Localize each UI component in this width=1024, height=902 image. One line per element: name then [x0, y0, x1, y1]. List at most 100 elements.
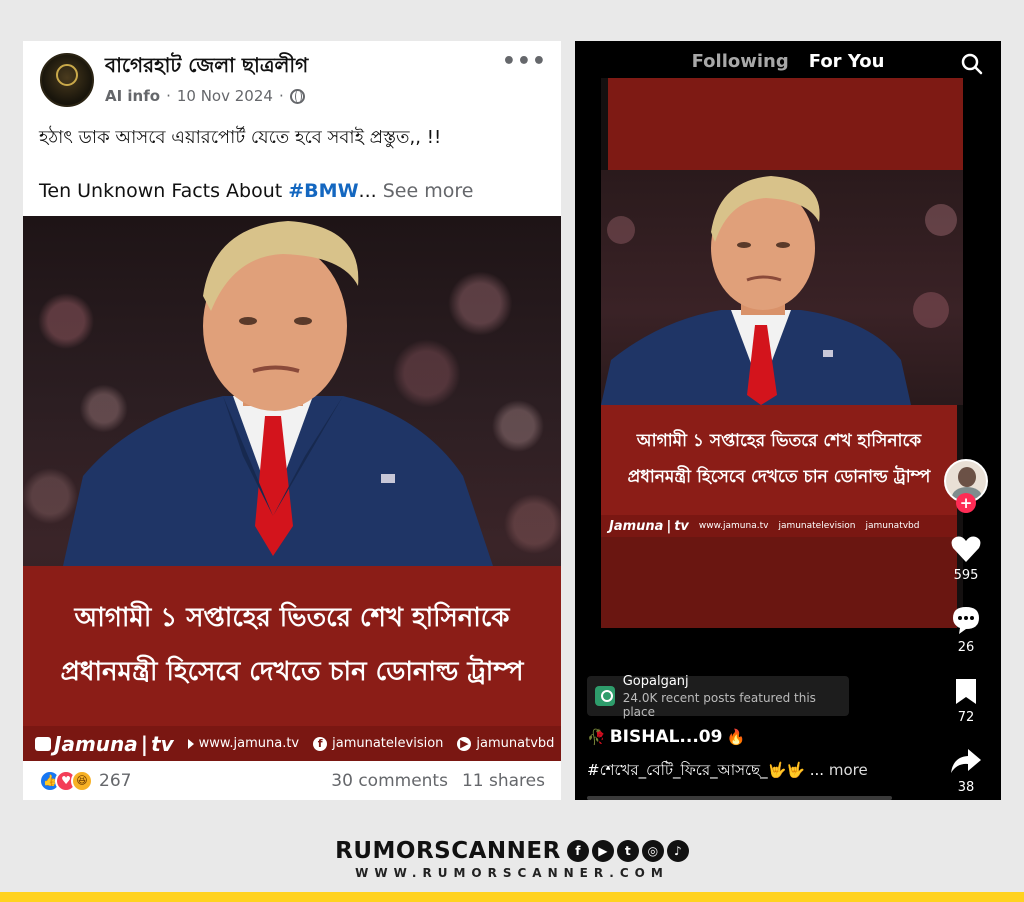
share-icon: [951, 749, 981, 773]
more-options-button[interactable]: •••: [502, 49, 547, 74]
location-text: Gopalganj 24.0K recent posts featured th…: [623, 674, 849, 719]
brand-tv: tv: [151, 731, 174, 756]
headline-line2: প্রধানমন্ত্রী হিসেবে দেখতে চান ডোনাল্ড ট…: [60, 657, 524, 687]
post-text-line2: Ten Unknown Facts About #BMW... See more: [39, 180, 473, 202]
brand-web: www.jamuna.tv: [187, 736, 300, 751]
brand-name: Jamuna: [54, 731, 138, 756]
video-top-red-block: [608, 78, 963, 170]
tab-for-you[interactable]: For You: [809, 51, 885, 81]
video-caption: #শেখের_বেটি_ফিরে_আসছে_🤟🤟 ... more: [587, 759, 917, 784]
video-brand-bar: Jamuna | tv www.jamuna.tv jamunatelevision…: [601, 515, 957, 537]
post-header: বাগেরহাট জেলা ছাত্রলীগ AI info · 10 Nov …: [23, 41, 561, 121]
caption-more-link[interactable]: more: [829, 761, 868, 779]
tiktok-screen: Following For You আগামী ১ সপ্তাহের ভিতরে…: [575, 41, 1001, 800]
brand-web-text: www.jamuna.tv: [198, 736, 300, 751]
headline-banner: আগামী ১ সপ্তাহের ভিতরে শেখ হাসিনাকে প্রধ…: [23, 566, 561, 726]
post-ellipsis: ...: [358, 180, 377, 202]
brand-fb-text: jamunatelevision: [332, 736, 444, 751]
person-photo: [63, 221, 493, 566]
person-photo-small: [601, 176, 957, 405]
see-more-link[interactable]: See more: [383, 180, 474, 202]
twitter-icon: t: [616, 840, 639, 862]
share-action[interactable]: 38: [950, 747, 982, 795]
facebook-post-card: বাগেরহাট জেলা ছাত্রলীগ AI info · 10 Nov …: [23, 41, 561, 800]
search-icon[interactable]: [961, 53, 983, 75]
username-text: BISHAL...09: [609, 727, 723, 747]
reactions-summary[interactable]: 👍 ♥ 😆 267: [39, 769, 132, 792]
tiktok-icon: ♪: [666, 840, 689, 862]
rumorscanner-logo: RUMORSCANNER f ▶ t ◎ ♪: [0, 838, 1024, 864]
jamuna-tv-logo-small: Jamuna | tv: [609, 518, 689, 534]
jamuna-mark-icon: [35, 736, 51, 751]
follow-plus-button[interactable]: +: [956, 493, 976, 513]
accent-bar: [0, 892, 1024, 902]
post-engagement-bar: 👍 ♥ 😆 267 30 comments 11 shares: [23, 761, 561, 800]
video-photo: [601, 170, 963, 405]
location-subtitle: 24.0K recent posts featured this place: [622, 690, 816, 719]
video-bottom-red-block: [601, 537, 957, 628]
avatar-face: [958, 467, 976, 487]
bookmark-icon: [956, 679, 976, 704]
heart-icon: [951, 536, 981, 562]
comments-count-link[interactable]: 30 comments: [331, 771, 448, 791]
ai-info-link[interactable]: AI info: [105, 87, 160, 105]
like-action[interactable]: 595: [951, 535, 981, 583]
globe-icon: [289, 88, 305, 104]
caption-text: #শেখের_বেটি_ফিরে_আসছে_🤟🤟 ...: [587, 761, 825, 779]
reaction-count: 267: [99, 770, 132, 791]
post-date[interactable]: 10 Nov 2024: [177, 87, 273, 105]
channel-brand-bar: Jamuna | tv www.jamuna.tv f jamunatelevisi…: [23, 726, 561, 761]
location-name: Gopalganj: [622, 673, 689, 689]
location-tag[interactable]: Gopalganj 24.0K recent posts featured th…: [587, 674, 849, 719]
brand-tv: tv: [674, 518, 689, 534]
seal-icon: [56, 64, 78, 86]
brand-name: Jamuna: [609, 518, 664, 534]
jamuna-tv-logo: Jamuna | tv: [35, 732, 174, 756]
fire-icon: 🔥: [726, 728, 746, 746]
facebook-icon: f: [313, 736, 328, 751]
hashtag-link[interactable]: #BMW: [288, 180, 358, 202]
social-icons: f ▶ t ◎ ♪: [566, 840, 689, 862]
brand-youtube: ▶ jamunatvbd: [457, 736, 554, 751]
post-text-line1: হঠাৎ ডাক আসবে এয়ারপোর্ট যেতে হবে সবাই প…: [39, 127, 442, 148]
meta-separator: ·: [166, 87, 171, 105]
page-avatar[interactable]: [40, 53, 94, 107]
post-image[interactable]: আগামী ১ সপ্তাহের ভিতরে শেখ হাসিনাকে প্রধ…: [23, 216, 561, 761]
facebook-icon: f: [566, 840, 589, 862]
video-headline-banner: আগামী ১ সপ্তাহের ভিতরে শেখ হাসিনাকে প্রধ…: [601, 405, 957, 515]
rose-icon: 🥀: [587, 728, 606, 746]
comment-count: 26: [957, 640, 975, 655]
shares-count-link[interactable]: 11 shares: [462, 771, 545, 791]
engagement-counts: 30 comments 11 shares: [331, 771, 545, 791]
post-meta: AI info · 10 Nov 2024 ·: [105, 87, 305, 105]
creator-username[interactable]: 🥀 BISHAL...09 🔥: [587, 727, 745, 747]
comment-action[interactable]: 26: [951, 605, 981, 655]
page-name[interactable]: বাগেরহাট জেলা ছাত্রলীগ: [105, 51, 308, 84]
location-pin-icon: [595, 686, 615, 706]
brand-fb-text: jamunatelevision: [778, 521, 856, 531]
instagram-icon: ◎: [641, 840, 664, 862]
haha-reaction-icon: 😆: [71, 769, 93, 792]
brand-yt-text: jamunatvbd: [865, 521, 920, 531]
brand-url: WWW.RUMORSCANNER.COM: [355, 866, 669, 880]
headline-line1: আগামী ১ সপ্তাহের ভিতরে শেখ হাসিনাকে: [74, 603, 510, 633]
video-frame[interactable]: আগামী ১ সপ্তাহের ভিতরে শেখ হাসিনাকে প্রধ…: [601, 78, 963, 628]
bookmark-count: 72: [957, 710, 975, 725]
video-headline-line1: আগামী ১ সপ্তাহের ভিতরে শেখ হাসিনাকে: [636, 431, 922, 451]
brand-yt-text: jamunatvbd: [476, 736, 555, 751]
youtube-icon: ▶: [591, 840, 614, 862]
post-text-prefix: Ten Unknown Facts About: [39, 180, 289, 202]
meta-separator-2: ·: [278, 87, 284, 105]
bookmark-action[interactable]: 72: [954, 677, 978, 725]
comment-input-bar[interactable]: [587, 796, 892, 800]
share-count: 38: [957, 780, 975, 795]
action-rail: + 595 26 72 38: [941, 459, 991, 795]
feed-tabs: Following For You: [575, 51, 1001, 81]
brand-facebook: f jamunatelevision: [313, 736, 443, 751]
brand-title: RUMORSCANNER: [335, 838, 561, 864]
comment-icon: [953, 607, 979, 634]
video-headline-line2: প্রধানমন্ত্রী হিসেবে দেখতে চান ডোনাল্ড ট…: [627, 467, 931, 487]
like-count: 595: [953, 568, 979, 583]
tab-following[interactable]: Following: [692, 51, 789, 81]
youtube-icon: ▶: [457, 736, 472, 751]
